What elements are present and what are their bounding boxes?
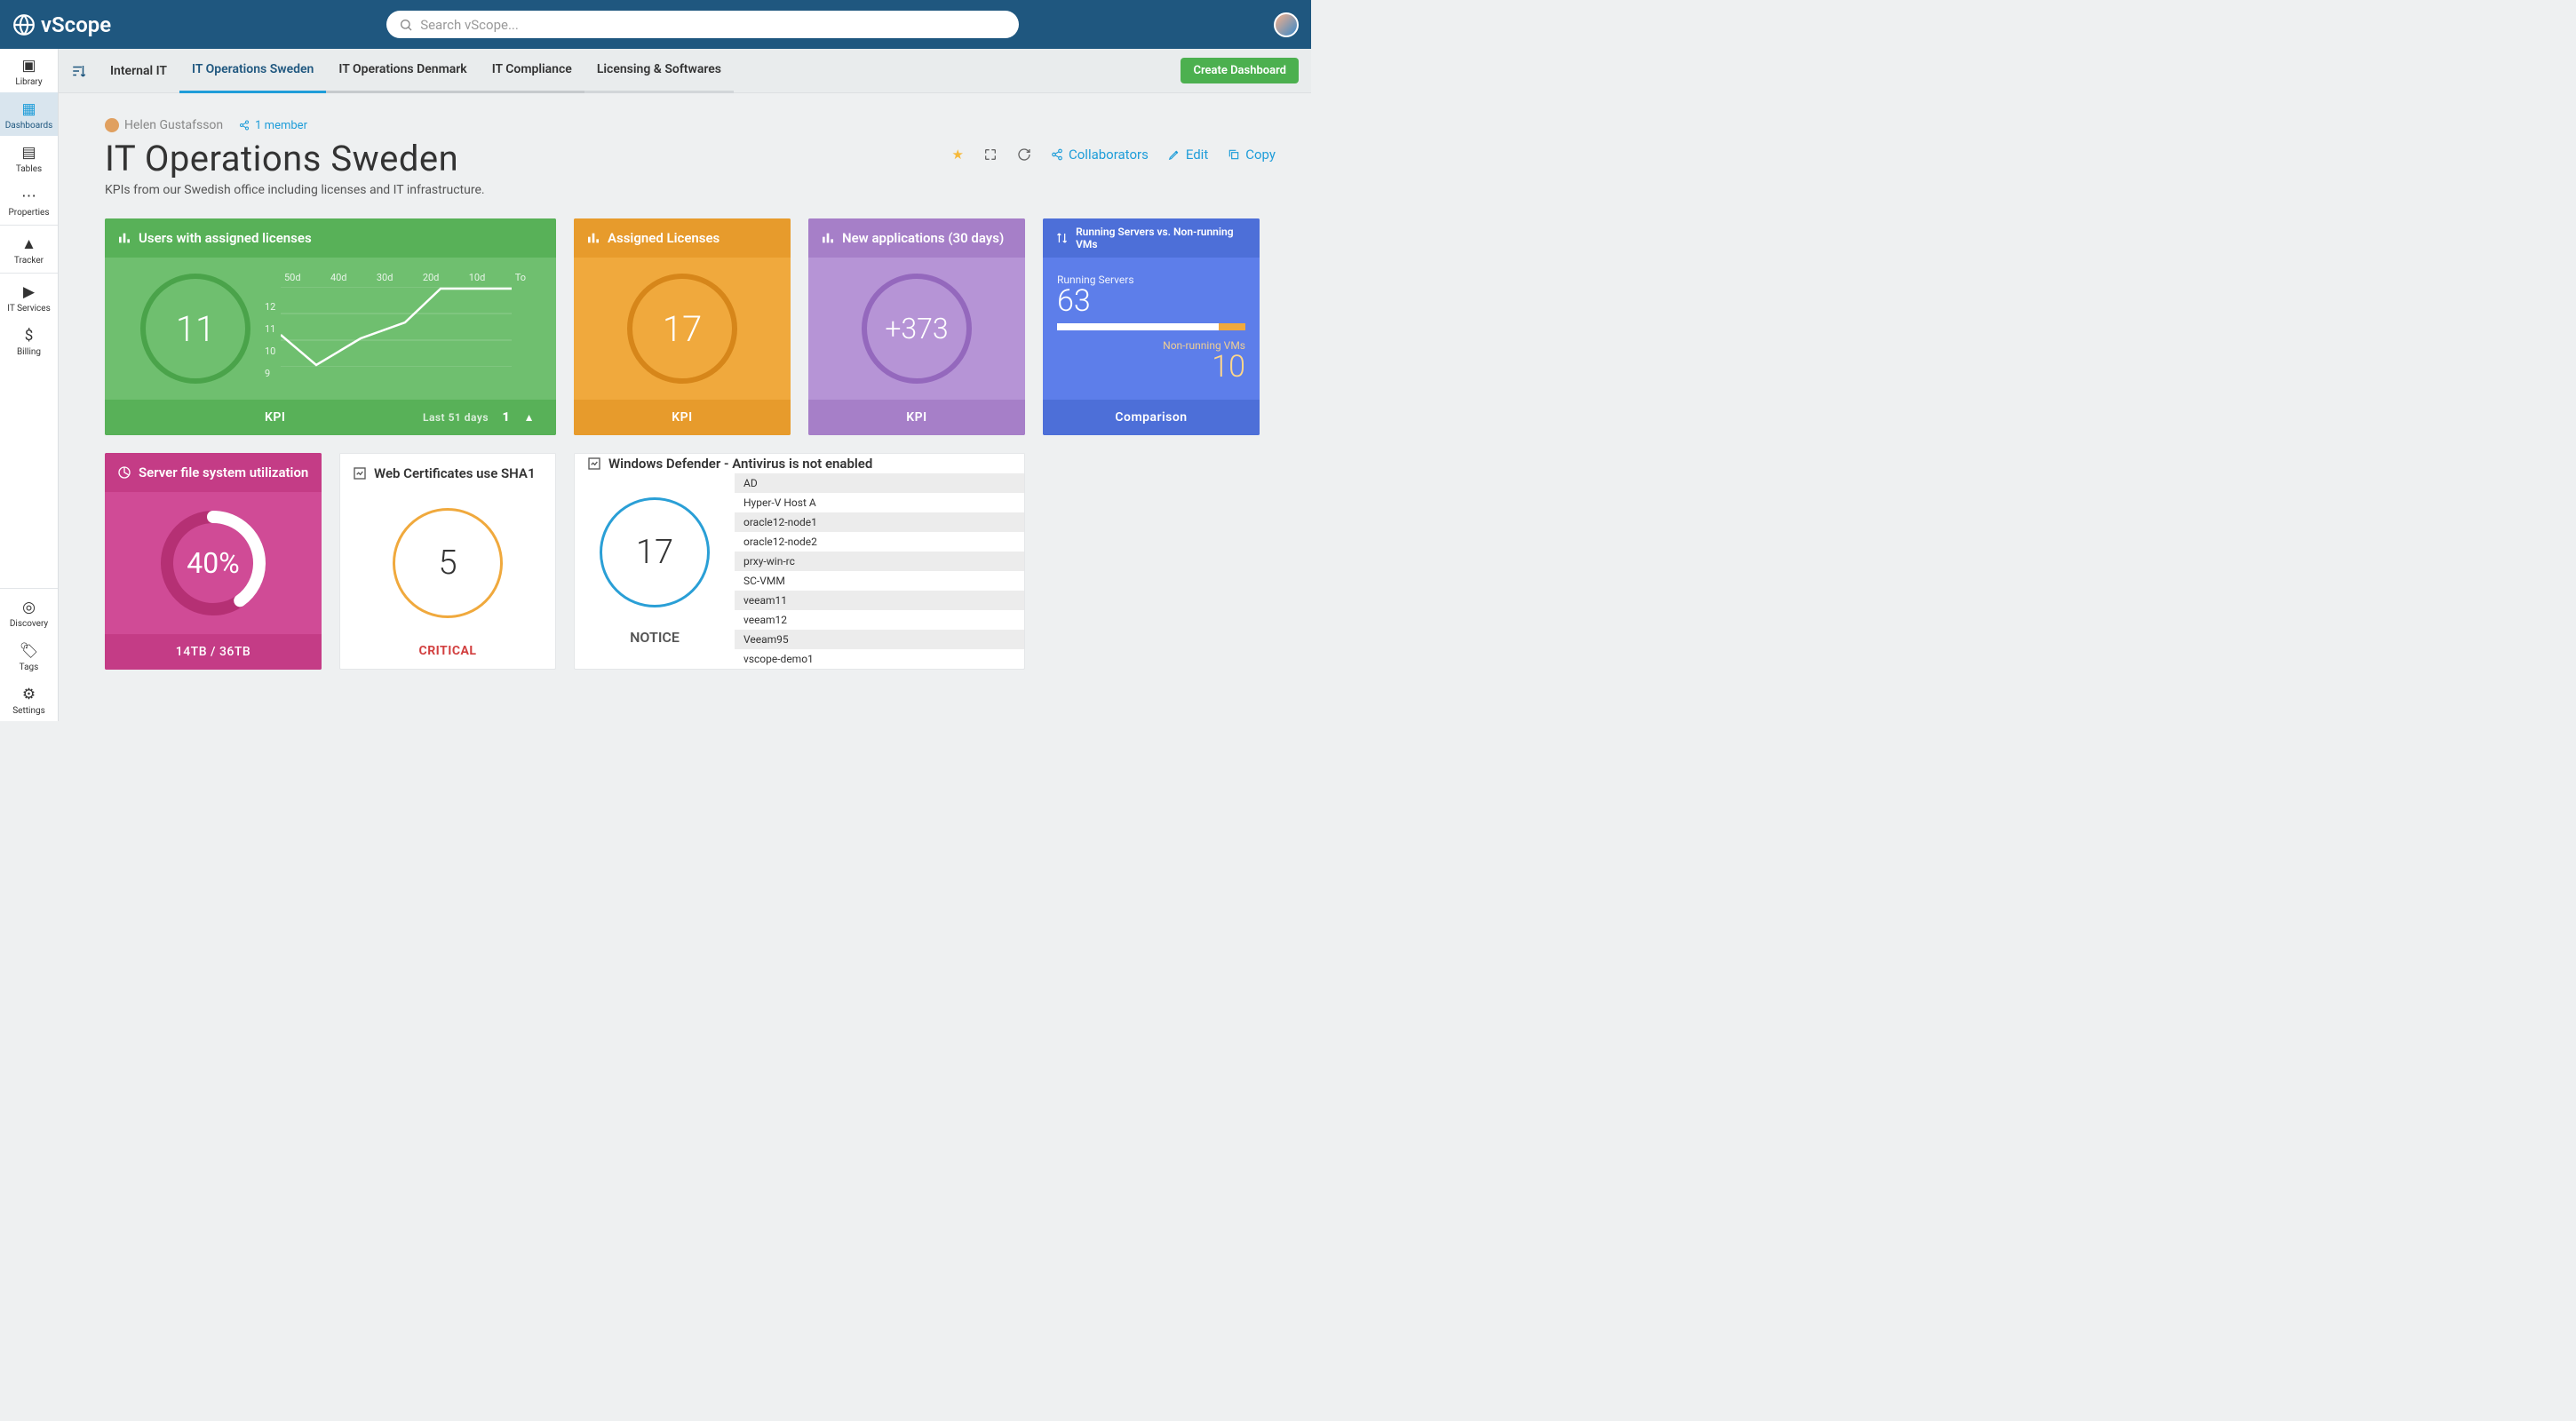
trend-label: Last 51 days 1 ▲ — [423, 410, 535, 425]
tab-it-denmark[interactable]: IT Operations Denmark — [326, 49, 479, 93]
bar-chart-icon — [586, 231, 600, 245]
search-box[interactable] — [386, 11, 1019, 38]
list-item[interactable]: SC-VMM — [735, 571, 1024, 591]
list-item[interactable]: veeam11 — [735, 591, 1024, 610]
line-chart-icon — [281, 287, 512, 367]
table-icon: ▤ — [20, 143, 39, 163]
kpi-ring: 5 — [393, 508, 503, 618]
gear-icon: ⚙ — [20, 685, 39, 704]
kpi-ring: 17 — [600, 497, 710, 607]
list-item[interactable]: AD — [735, 473, 1024, 493]
sort-icon[interactable] — [71, 63, 87, 79]
compare-bar — [1057, 323, 1245, 330]
sidenav-properties[interactable]: ⋯Properties — [0, 179, 58, 223]
sidenav-tags[interactable]: 🏷Tags — [0, 634, 58, 678]
chart-icon — [587, 456, 601, 471]
refresh-button[interactable] — [1017, 147, 1031, 162]
card-new-apps[interactable]: New applications (30 days) +373 KPI — [808, 218, 1025, 435]
card-running-compare[interactable]: Running Servers vs. Non-running VMs Runn… — [1043, 218, 1260, 435]
kpi-ring: 17 — [627, 274, 737, 384]
search-input[interactable] — [420, 17, 1006, 33]
list-item[interactable]: oracle12-node1 — [735, 512, 1024, 532]
brand-text: vScope — [41, 12, 111, 37]
fullscreen-button[interactable] — [983, 147, 998, 162]
owner-name: Helen Gustafsson — [105, 118, 223, 132]
top-bar: vScope — [0, 0, 1311, 49]
owner-avatar-icon — [105, 118, 119, 132]
dollar-icon: $ — [20, 326, 39, 345]
user-avatar[interactable] — [1274, 12, 1299, 37]
pie-icon — [117, 465, 131, 480]
sidenav-billing[interactable]: $Billing — [0, 319, 58, 362]
card-assigned-licenses[interactable]: Assigned Licenses 17 KPI — [574, 218, 791, 435]
sidenav-tables[interactable]: ▤Tables — [0, 136, 58, 179]
sidenav-dashboards[interactable]: ▦Dashboards — [0, 92, 58, 136]
kpi-ring: 11 — [140, 274, 250, 384]
members-link[interactable]: 1 member — [239, 119, 307, 132]
book-icon: ▣ — [20, 56, 39, 75]
copy-icon — [1228, 148, 1240, 161]
play-icon: ▶ — [20, 282, 39, 302]
globe-icon — [12, 13, 36, 36]
expand-icon — [983, 147, 998, 162]
owner-row: Helen Gustafsson 1 member — [105, 118, 1276, 132]
sidenav-settings[interactable]: ⚙Settings — [0, 678, 58, 721]
grid-icon: ▦ — [20, 99, 39, 119]
main-area: Internal IT IT Operations Sweden IT Oper… — [59, 49, 1311, 721]
kpi-ring: +373 — [862, 274, 972, 384]
chart-icon — [353, 466, 367, 480]
alert-icon: ▲ — [20, 234, 39, 254]
list-item[interactable]: oracle12-node2 — [735, 532, 1024, 552]
trend-chart: 50d 40d 30d 20d 10d To 12 11 — [281, 272, 529, 370]
copy-button[interactable]: Copy — [1228, 147, 1276, 163]
refresh-icon — [1017, 147, 1031, 162]
target-icon: ◎ — [20, 598, 39, 617]
card-server-fs[interactable]: Server file system utilization 40% 14TB … — [105, 453, 322, 670]
card-users-licenses[interactable]: Users with assigned licenses 11 50d 40d … — [105, 218, 556, 435]
sidenav-library[interactable]: ▣Library — [0, 49, 58, 92]
edit-button[interactable]: Edit — [1168, 147, 1208, 163]
tag-icon: 🏷 — [20, 641, 39, 661]
search-icon — [399, 18, 413, 32]
tab-it-sweden[interactable]: IT Operations Sweden — [179, 49, 326, 93]
tab-licensing[interactable]: Licensing & Softwares — [584, 49, 734, 93]
side-nav: ▣Library ▦Dashboards ▤Tables ⋯Properties… — [0, 49, 59, 721]
page-title: IT Operations Sweden — [105, 138, 485, 179]
list-item[interactable]: vscope-demo1 — [735, 649, 1024, 669]
list-item[interactable]: veeam12 — [735, 610, 1024, 630]
sidenav-itservices[interactable]: ▶IT Services — [0, 275, 58, 319]
dashboard-tabs: Internal IT IT Operations Sweden IT Oper… — [59, 49, 1311, 93]
page-subtitle: KPIs from our Swedish office including l… — [105, 183, 485, 197]
tab-compliance[interactable]: IT Compliance — [480, 49, 584, 93]
pencil-icon — [1168, 148, 1181, 161]
compare-icon — [1055, 231, 1069, 245]
ellipsis-icon: ⋯ — [20, 187, 39, 206]
share-icon — [239, 120, 250, 131]
dashboard-actions: ★ Collaborators Edit Copy — [952, 147, 1276, 163]
favorite-button[interactable]: ★ — [952, 147, 964, 163]
tab-internal-it[interactable]: Internal IT — [98, 49, 179, 93]
share-icon — [1051, 148, 1063, 161]
list-item[interactable]: Hyper-V Host A — [735, 493, 1024, 512]
collaborators-button[interactable]: Collaborators — [1051, 147, 1149, 163]
list-item[interactable]: prxy-win-rc — [735, 552, 1024, 571]
sidenav-discovery[interactable]: ◎Discovery — [0, 591, 58, 634]
bar-chart-icon — [821, 231, 835, 245]
create-dashboard-button[interactable]: Create Dashboard — [1181, 58, 1299, 83]
defender-host-list: AD Hyper-V Host A oracle12-node1 oracle1… — [735, 473, 1024, 669]
list-item[interactable]: Veeam95 — [735, 630, 1024, 649]
brand-logo: vScope — [12, 12, 111, 37]
card-defender[interactable]: Windows Defender - Antivirus is not enab… — [574, 453, 1025, 670]
bar-chart-icon — [117, 231, 131, 245]
card-sha1[interactable]: Web Certificates use SHA1 5 CRITICAL — [339, 453, 556, 670]
sidenav-tracker[interactable]: ▲Tracker — [0, 227, 58, 271]
